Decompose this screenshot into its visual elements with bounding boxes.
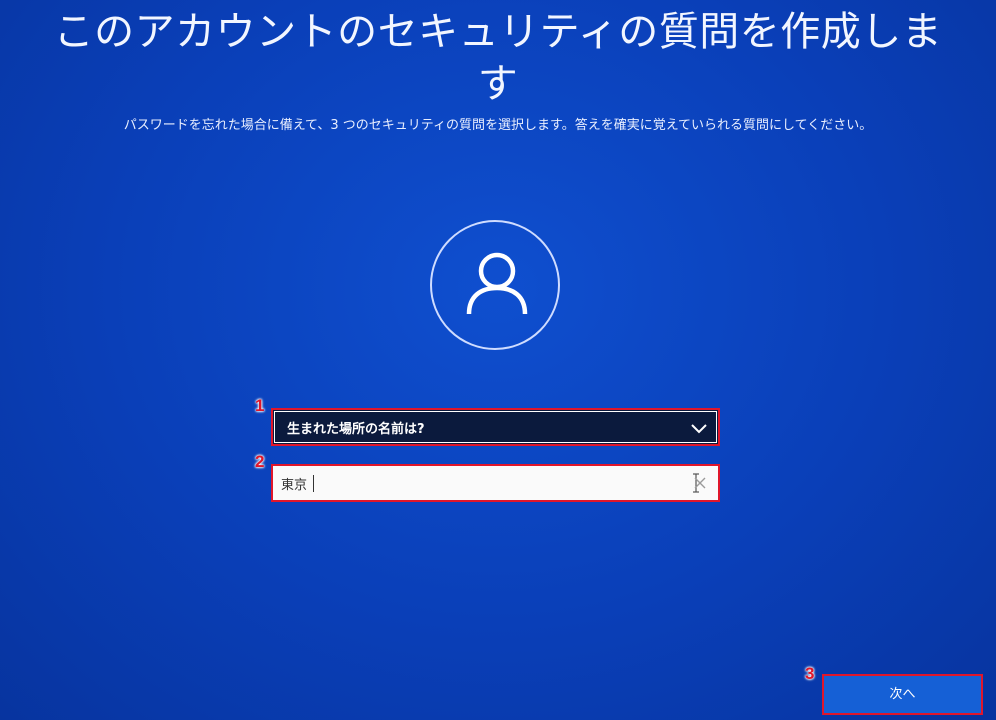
next-button[interactable]: 次へ: [822, 674, 983, 715]
annotation-marker-1: 1: [255, 396, 265, 415]
page-title: このアカウントのセキュリティの質問を作成しま す: [0, 6, 996, 110]
text-caret: [313, 475, 314, 492]
annotation-marker-2: 2: [255, 452, 265, 471]
close-icon[interactable]: [694, 477, 706, 489]
chevron-down-icon: [691, 424, 707, 434]
user-icon: [466, 252, 528, 315]
annotation-marker-3: 3: [805, 664, 815, 683]
avatar: [430, 220, 560, 350]
security-answer-field[interactable]: [271, 464, 720, 502]
page-title-line-2: す: [477, 61, 519, 107]
security-question-selected: 生まれた場所の名前は?: [287, 422, 425, 437]
security-question-dropdown[interactable]: 生まれた場所の名前は?: [271, 408, 720, 446]
page-subtitle: パスワードを忘れた場合に備えて、3 つのセキュリティの質問を選択します。答えを確…: [123, 118, 873, 133]
security-answer-input[interactable]: [281, 472, 671, 494]
page-title-line-1: このアカウントのセキュリティの質問を作成しま: [53, 9, 943, 55]
